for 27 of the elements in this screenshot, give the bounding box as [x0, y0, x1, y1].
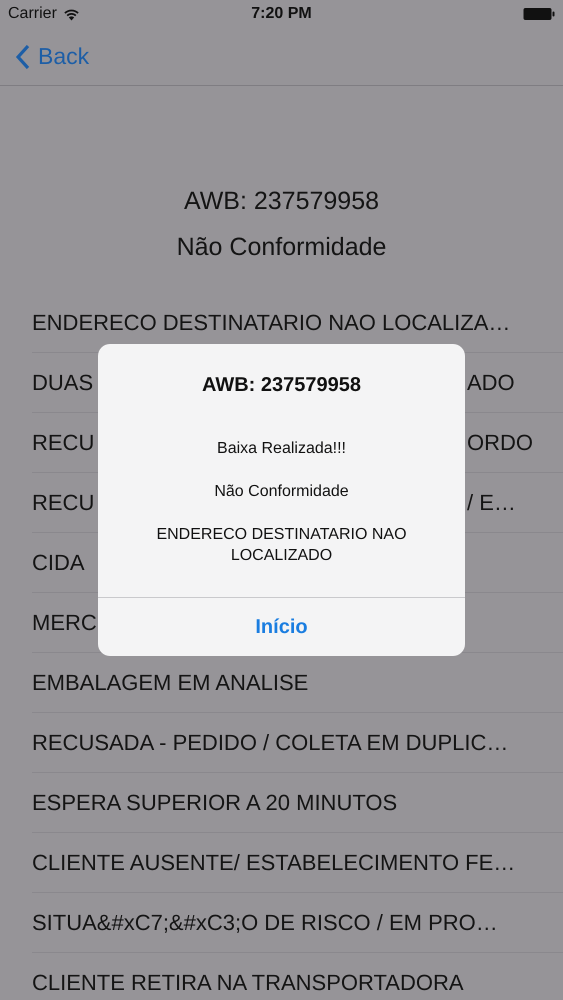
list-item-label[interactable]: CIDA [32, 546, 85, 579]
list-item-label[interactable]: RECU [32, 486, 94, 519]
list-item-label[interactable]: ESPERA SUPERIOR A 20 MINUTOS [32, 786, 398, 819]
home-button[interactable]: Início [98, 597, 465, 656]
list-item-label[interactable]: RECUSADA - PEDIDO / COLETA EM DUPLIC… [32, 726, 508, 759]
battery-icon [523, 7, 555, 21]
list-item-label[interactable]: ENDERECO DESTINATARIO NAO LOCALIZA… [32, 306, 510, 339]
section-title: Não Conformidade [176, 232, 386, 263]
list-item-label[interactable]: MERC [32, 606, 97, 639]
alert-title: AWB: 237579958 [202, 373, 361, 398]
list-item-label[interactable]: CLIENTE RETIRA NA TRANSPORTADORA [32, 966, 464, 999]
carrier-label: Carrier [8, 4, 57, 24]
list-item-label[interactable]: SITUA&#xC7;&#xC3;O DE RISCO / EM PRO… [32, 906, 498, 939]
wifi-icon [62, 8, 80, 20]
list-item-label[interactable]: / E… [467, 486, 553, 519]
list-item-label[interactable]: EMBALAGEM EM ANALISE [32, 666, 308, 699]
list-item-label[interactable]: RECU [32, 426, 94, 459]
list-item-label[interactable]: ORDO [467, 426, 553, 459]
alert-message: Não Conformidade [214, 482, 349, 502]
alert-message: ENDERECO DESTINATARIO NAO LOCALIZADO [155, 525, 408, 566]
list-item-label[interactable]: DUAS [32, 366, 94, 399]
status-time: 7:20 PM [250, 4, 313, 24]
list-item-label[interactable]: ADO [467, 366, 553, 399]
back-chevron-icon [16, 44, 30, 70]
awb-title: AWB: 237579958 [184, 186, 380, 217]
alert-message: Baixa Realizada!!! [217, 439, 346, 459]
list-item-label[interactable]: CLIENTE AUSENTE/ ESTABELECIMENTO FE… [32, 846, 516, 879]
